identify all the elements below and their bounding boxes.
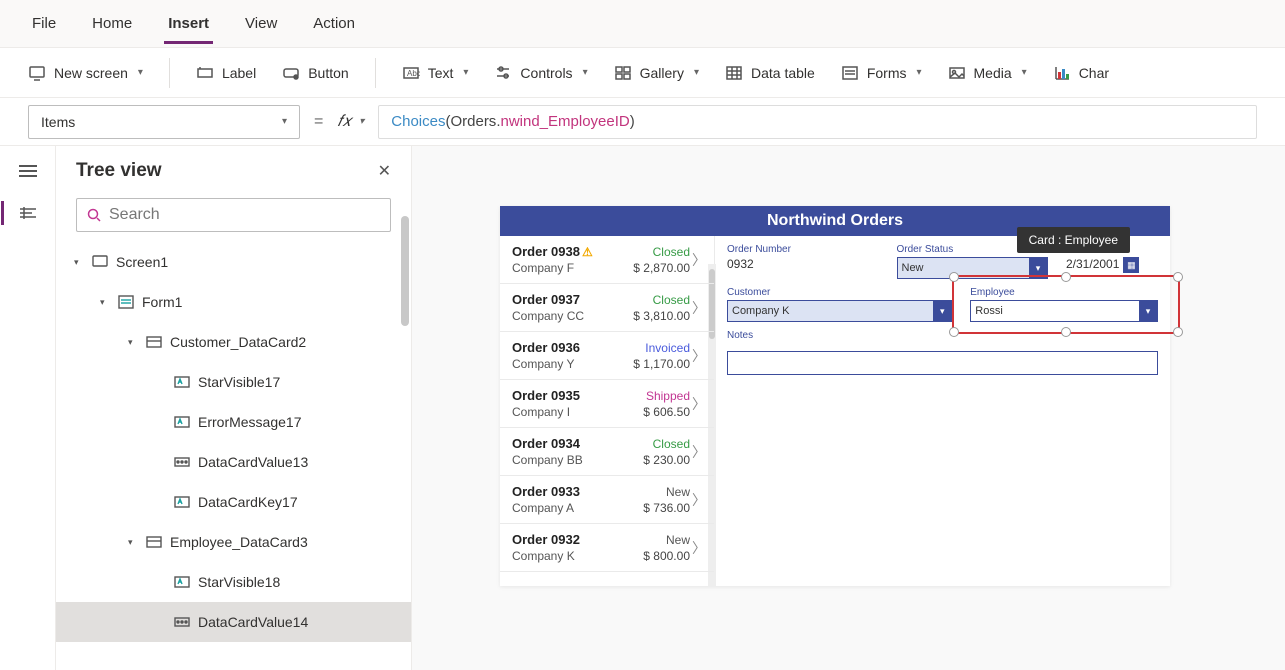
order-number-label: Order Number <box>727 244 879 255</box>
order-row[interactable]: Order 0936Company YInvoiced$ 1,170.00〉 <box>500 332 714 380</box>
tree-item-screen1[interactable]: ▾Screen1 <box>56 242 411 282</box>
app-preview: Northwind Orders Order 0938⚠Company FClo… <box>500 206 1170 586</box>
order-row[interactable]: Order 0938⚠Company FClosed$ 2,870.00〉 <box>500 236 714 284</box>
insert-datatable-button[interactable]: Data table <box>725 64 815 82</box>
customer-label: Customer <box>727 287 952 298</box>
canvas: Northwind Orders Order 0938⚠Company FClo… <box>412 146 1285 670</box>
insert-gallery-button[interactable]: Gallery▾ <box>614 64 699 82</box>
employee-label: Employee <box>970 287 1158 298</box>
tree-view-panel: Tree view ✕ Search ▾Screen1▾Form1▾Custom… <box>56 146 412 670</box>
menu-action[interactable]: Action <box>309 3 359 44</box>
tree-view-icon[interactable] <box>19 205 37 226</box>
order-row[interactable]: Order 0933Company ANew$ 736.00〉 <box>500 476 714 524</box>
menu-view[interactable]: View <box>241 3 281 44</box>
controls-icon <box>494 64 512 82</box>
customer-dropdown[interactable]: Company K▾ <box>727 300 952 322</box>
employee-dropdown[interactable]: Rossi▾ <box>970 300 1158 322</box>
order-status-dropdown[interactable]: New▾ <box>897 257 1049 279</box>
hamburger-icon[interactable] <box>19 164 37 183</box>
tree-scrollbar[interactable] <box>401 216 409 326</box>
ribbon: New screen▾ Label Button Abc Text▾ Contr… <box>0 48 1285 98</box>
property-selector[interactable]: Items▾ <box>28 105 300 139</box>
order-row[interactable]: Order 0932Company KNew$ 800.00〉 <box>500 524 714 572</box>
calendar-icon[interactable]: ▦ <box>1123 257 1139 273</box>
close-icon[interactable]: ✕ <box>378 161 391 181</box>
tooltip: Card : Employee <box>1017 227 1130 253</box>
insert-media-button[interactable]: Media▾ <box>948 64 1027 82</box>
tree-item-datacardkey17[interactable]: DataCardKey17 <box>56 482 411 522</box>
tree-item-starvisible18[interactable]: StarVisible18 <box>56 562 411 602</box>
order-number-value: 0932 <box>727 257 879 271</box>
tree-item-datacardvalue13[interactable]: DataCardValue13 <box>56 442 411 482</box>
notes-input[interactable] <box>727 351 1158 375</box>
button-icon <box>282 64 300 82</box>
formula-bar: Items▾ = 𝑓𝑥 ▾ Choices(Orders.nwind_Emplo… <box>0 98 1285 146</box>
insert-label-button[interactable]: Label <box>196 64 256 82</box>
insert-button-button[interactable]: Button <box>282 64 348 82</box>
workspace: Tree view ✕ Search ▾Screen1▾Form1▾Custom… <box>0 146 1285 670</box>
search-input[interactable]: Search <box>76 198 391 232</box>
order-row[interactable]: Order 0934Company BBClosed$ 230.00〉 <box>500 428 714 476</box>
gallery-icon <box>614 64 632 82</box>
order-detail-form: Card : Employee Order Number 0932 Order … <box>715 236 1170 586</box>
tree-item-form1[interactable]: ▾Form1 <box>56 282 411 322</box>
formula-input[interactable]: Choices(Orders.nwind_EmployeeID) <box>378 105 1257 139</box>
label-icon <box>196 64 214 82</box>
tree-item-employee_datacard3[interactable]: ▾Employee_DataCard3 <box>56 522 411 562</box>
left-rail <box>0 146 56 670</box>
tree-item-starvisible17[interactable]: StarVisible17 <box>56 362 411 402</box>
menu-insert[interactable]: Insert <box>164 3 213 44</box>
screen-icon <box>28 64 46 82</box>
insert-text-button[interactable]: Abc Text▾ <box>402 64 469 82</box>
order-row[interactable]: Order 0935Company IShipped$ 606.50〉 <box>500 380 714 428</box>
date-value[interactable]: 2/31/2001▦ <box>1066 257 1158 273</box>
menu-file[interactable]: File <box>28 3 60 44</box>
order-row[interactable]: Order 0937Company CCClosed$ 3,810.00〉 <box>500 284 714 332</box>
order-gallery[interactable]: Order 0938⚠Company FClosed$ 2,870.00〉Ord… <box>500 236 715 586</box>
insert-controls-button[interactable]: Controls▾ <box>494 64 587 82</box>
insert-forms-button[interactable]: Forms▾ <box>841 64 922 82</box>
equals-sign: = <box>314 113 323 131</box>
menubar: File Home Insert View Action <box>0 0 1285 48</box>
tree-item-customer_datacard2[interactable]: ▾Customer_DataCard2 <box>56 322 411 362</box>
insert-chart-button[interactable]: Char <box>1053 64 1109 82</box>
media-icon <box>948 64 966 82</box>
tree: ▾Screen1▾Form1▾Customer_DataCard2StarVis… <box>56 242 411 652</box>
tree-item-datacardvalue14[interactable]: DataCardValue14 <box>56 602 411 642</box>
chart-icon <box>1053 64 1071 82</box>
tree-view-title: Tree view <box>76 160 162 182</box>
notes-label: Notes <box>727 330 775 341</box>
menu-home[interactable]: Home <box>88 3 136 44</box>
tree-item-errormessage17[interactable]: ErrorMessage17 <box>56 402 411 442</box>
text-icon: Abc <box>402 64 420 82</box>
search-icon <box>87 208 101 222</box>
table-icon <box>725 64 743 82</box>
new-screen-button[interactable]: New screen▾ <box>28 64 143 82</box>
svg-text:Abc: Abc <box>407 69 420 78</box>
fx-button[interactable]: 𝑓𝑥 ▾ <box>337 113 364 131</box>
form-icon <box>841 64 859 82</box>
